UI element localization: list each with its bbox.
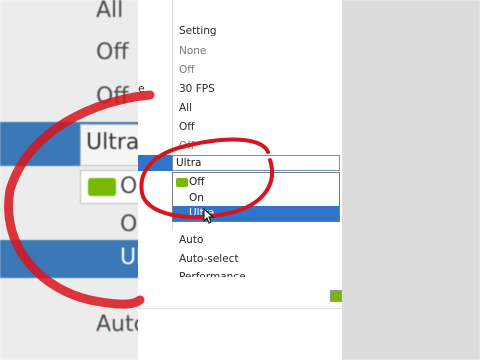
bg-label-ul: Ul (120, 245, 140, 270)
mouse-cursor-icon (203, 208, 215, 224)
setting-value-off-2[interactable]: Off (179, 121, 195, 133)
bg-label-auto: Auto (96, 312, 140, 337)
setting-value-auto[interactable]: Auto (179, 234, 203, 246)
setting-value-auto-select[interactable]: Auto-select (179, 253, 239, 265)
bg-label-o: O (120, 212, 138, 237)
dropdown-option-ultra[interactable]: Ultra (173, 206, 339, 221)
nvidia-restore-icon[interactable] (330, 290, 342, 302)
bg-label-all: All (96, 0, 124, 23)
combo-value: Ultra (176, 157, 202, 169)
nvidia-icon (176, 178, 188, 187)
bg-label-off-2: Off (96, 84, 129, 109)
setting-combo-box[interactable]: Ultra (172, 155, 340, 171)
dropdown-list[interactable]: Off On Ultra (172, 172, 340, 222)
setting-value-all[interactable]: All (179, 102, 192, 114)
background-left: All Off Off Ultra Ol O Ul Auto (0, 0, 140, 360)
setting-value-30fps[interactable]: 30 FPS (179, 83, 215, 95)
dropdown-option-off[interactable]: Off (173, 175, 339, 190)
bg-label-off-1: Off (96, 40, 129, 65)
setting-value-off-3[interactable]: Off (179, 140, 195, 152)
bg-label-ol: Ol (120, 174, 140, 199)
selected-row-highlight (138, 155, 174, 171)
setting-column-header: Setting (179, 25, 217, 37)
background-right (340, 0, 480, 360)
bg-selection-band (0, 240, 140, 278)
setting-value-off-1[interactable]: Off (179, 64, 195, 76)
left-column-fragment: e (138, 82, 145, 95)
setting-value-none[interactable]: None (179, 45, 206, 57)
dropdown-option-on[interactable]: On (173, 191, 339, 206)
bg-nvidia-icon (88, 178, 116, 196)
panel-bottom-divider (138, 308, 342, 309)
bg-label-ultra: Ultra (86, 130, 140, 155)
setting-value-performance[interactable]: Performance... (179, 271, 256, 277)
